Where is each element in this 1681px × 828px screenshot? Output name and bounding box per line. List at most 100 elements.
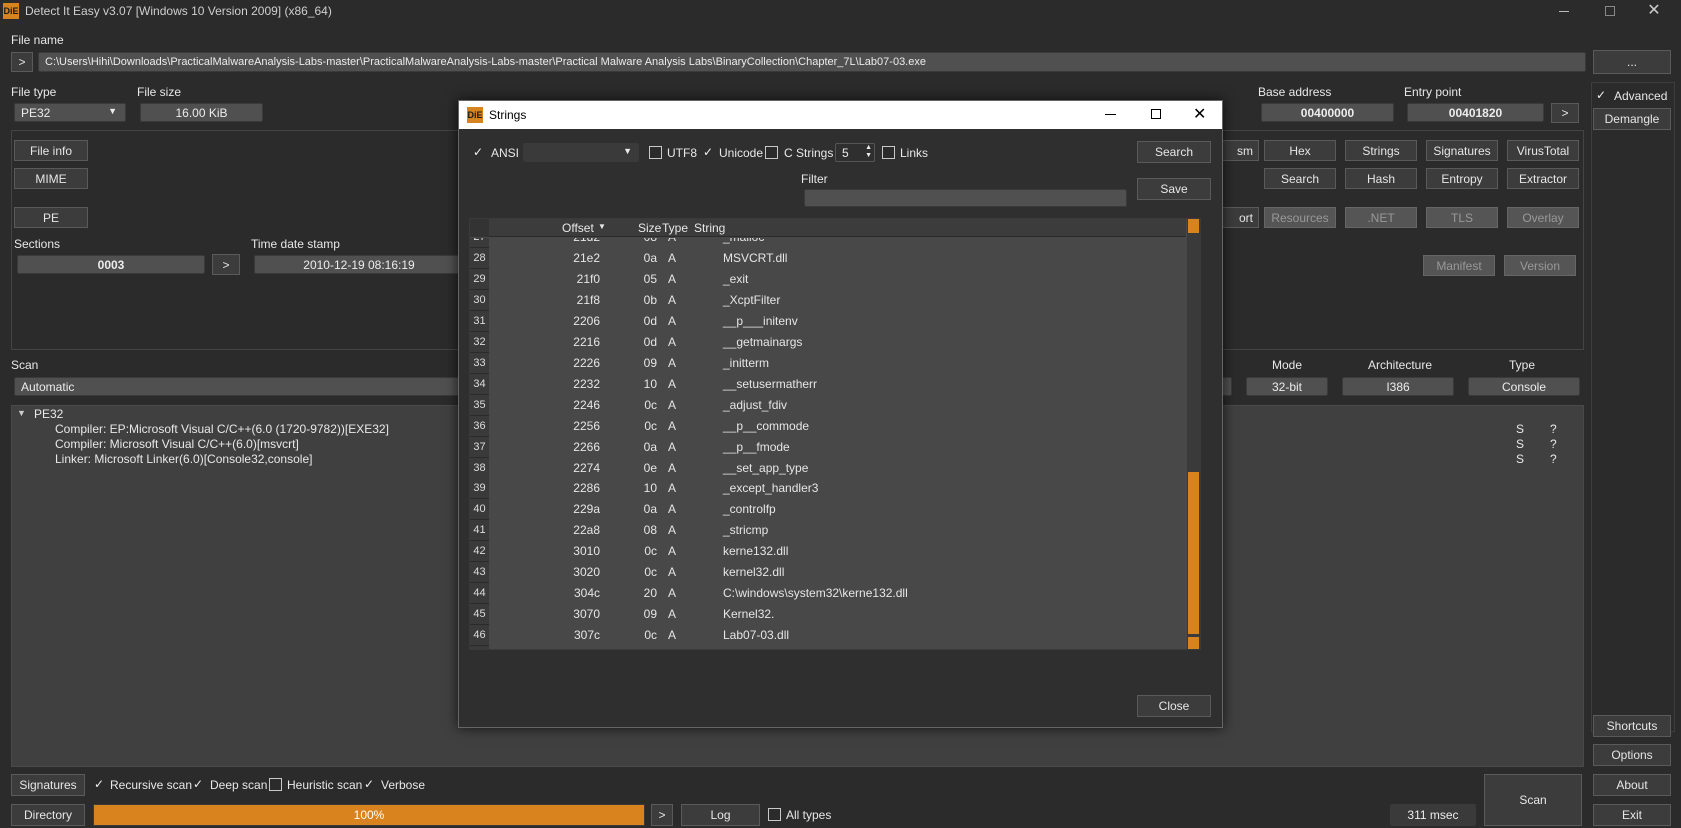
directory-button[interactable]: Directory xyxy=(11,804,85,826)
tree-item-q[interactable]: ? xyxy=(1550,452,1557,466)
column-type[interactable]: Type xyxy=(662,221,688,235)
file-info-button[interactable]: File info xyxy=(14,140,88,161)
file-open-arrow-button[interactable]: > xyxy=(11,52,33,72)
table-row[interactable]: 44 304c 20 A C:\windows\system32\kerne132.dl… xyxy=(470,583,1180,605)
signatures-tool-button[interactable]: Signatures xyxy=(1426,140,1498,161)
heuristic-scan-checkbox[interactable] xyxy=(269,778,282,791)
mime-button[interactable]: MIME xyxy=(14,168,88,189)
encoding-select[interactable]: ▼ xyxy=(523,143,639,162)
table-scrollbar[interactable] xyxy=(1187,219,1200,649)
manifest-button[interactable]: Manifest xyxy=(1423,255,1495,276)
browse-button[interactable]: ... xyxy=(1593,50,1671,74)
scan-button[interactable]: Scan xyxy=(1484,774,1582,826)
progress-go-button[interactable]: > xyxy=(651,804,673,826)
table-row[interactable]: 37 2266 0a A __p__fmode xyxy=(470,436,1180,458)
filter-input[interactable] xyxy=(804,189,1127,207)
tree-item[interactable]: Linker: Microsoft Linker(6.0)[Console32,… xyxy=(55,452,312,466)
recursive-scan-checkbox[interactable]: ✓ xyxy=(94,777,104,791)
table-row[interactable]: 46 307c 0c A Lab07-03.dll xyxy=(470,625,1180,647)
min-length-spinbox[interactable]: 5 ▲ ▼ xyxy=(835,143,875,162)
dotnet-button[interactable]: .NET xyxy=(1345,207,1417,228)
recursive-scan-label: Recursive scan xyxy=(110,778,193,792)
table-row[interactable]: 34 2232 10 A __setusermatherr xyxy=(470,373,1180,395)
tree-item[interactable]: Compiler: EP:Microsoft Visual C/C++(6.0 … xyxy=(55,422,389,436)
dialog-maximize-icon[interactable] xyxy=(1151,109,1161,119)
cstrings-checkbox[interactable] xyxy=(765,146,778,159)
table-row[interactable]: 40 229a 0a A _controlfp xyxy=(470,499,1180,521)
close-window-icon[interactable]: ✕ xyxy=(1644,0,1664,20)
dialog-save-button[interactable]: Save xyxy=(1137,178,1211,200)
table-row[interactable]: 45 3070 09 A Kernel32. xyxy=(470,604,1180,626)
table-row[interactable]: 30 21f8 0b A _XcptFilter xyxy=(470,289,1180,311)
ansi-checkbox[interactable]: ✓ xyxy=(473,145,483,159)
tree-item-s[interactable]: S xyxy=(1516,452,1524,466)
row-string: __p__commode xyxy=(723,418,810,433)
deep-scan-checkbox[interactable]: ✓ xyxy=(193,777,203,791)
entry-point-go-button[interactable]: > xyxy=(1551,103,1579,123)
tree-item-s[interactable]: S xyxy=(1516,422,1524,436)
tree-item-q[interactable]: ? xyxy=(1550,422,1557,436)
version-button[interactable]: Version xyxy=(1504,255,1576,276)
dialog-close-icon[interactable]: ✕ xyxy=(1193,104,1206,124)
resources-button[interactable]: Resources xyxy=(1264,207,1336,228)
table-row[interactable]: 28 21e2 0a A MSVCRT.dll xyxy=(470,248,1180,269)
file-type-select[interactable]: PE32 ▼ xyxy=(14,103,126,122)
strings-table[interactable]: Offset ▼ Size Type String 27 21d2 08 A _… xyxy=(469,218,1201,650)
entropy-button[interactable]: Entropy xyxy=(1426,168,1498,189)
exit-button[interactable]: Exit xyxy=(1593,804,1671,826)
pe-button[interactable]: PE xyxy=(14,207,88,228)
hash-button[interactable]: Hash xyxy=(1345,168,1417,189)
tree-item-q[interactable]: ? xyxy=(1550,437,1557,451)
about-button[interactable]: About xyxy=(1593,774,1671,796)
table-row[interactable]: 33 2226 09 A _initterm xyxy=(470,352,1180,374)
unicode-checkbox[interactable]: ✓ xyxy=(703,145,713,159)
dialog-minimize-icon[interactable] xyxy=(1105,114,1116,115)
table-row[interactable]: 27 21d2 08 A _malloc xyxy=(470,238,1180,248)
table-row[interactable]: 39 2286 10 A _except_handler3 xyxy=(470,478,1180,500)
scroll-thumb[interactable] xyxy=(1188,472,1199,634)
signatures-button[interactable]: Signatures xyxy=(11,774,85,796)
strings-button[interactable]: Strings xyxy=(1345,140,1417,161)
shortcuts-button[interactable]: Shortcuts xyxy=(1593,715,1671,737)
links-checkbox[interactable] xyxy=(882,146,895,159)
tree-item[interactable]: Compiler: Microsoft Visual C/C++(6.0)[ms… xyxy=(55,437,299,451)
utf8-checkbox[interactable] xyxy=(649,146,662,159)
tree-item-s[interactable]: S xyxy=(1516,437,1524,451)
table-row[interactable]: 32 2216 0d A __getmainargs xyxy=(470,331,1180,353)
verbose-checkbox[interactable]: ✓ xyxy=(364,777,374,791)
advanced-checkbox[interactable]: ✓ xyxy=(1596,88,1606,102)
table-row[interactable]: 31 2206 0d A __p___initenv xyxy=(470,310,1180,332)
scroll-down-icon[interactable] xyxy=(1188,637,1199,649)
table-row[interactable]: 29 21f0 05 A _exit xyxy=(470,268,1180,290)
demangle-button[interactable]: Demangle xyxy=(1593,108,1671,130)
column-offset[interactable]: Offset xyxy=(562,221,594,235)
scroll-up-icon[interactable] xyxy=(1188,219,1199,233)
virustotal-button[interactable]: VirusTotal xyxy=(1507,140,1579,161)
all-types-checkbox[interactable] xyxy=(768,808,781,821)
tree-expand-icon[interactable]: ▼ xyxy=(17,408,26,418)
scan-mode-select[interactable]: Automatic xyxy=(14,377,464,396)
table-row[interactable]: 47308c20 A C:\Windows\System32\Kernel32.dl… xyxy=(470,646,1180,649)
table-row[interactable]: 42 3010 0c Akerne132.dll xyxy=(470,541,1180,563)
dialog-close-button[interactable]: Close xyxy=(1137,695,1211,717)
table-row[interactable]: 36 2256 0c A __p__commode xyxy=(470,415,1180,437)
table-row[interactable]: 35 2246 0c A _adjust_fdiv xyxy=(470,394,1180,416)
overlay-button[interactable]: Overlay xyxy=(1507,207,1579,228)
minimize-icon[interactable] xyxy=(1555,2,1575,20)
tls-button[interactable]: TLS xyxy=(1426,207,1498,228)
sections-go-button[interactable]: > xyxy=(212,254,240,275)
options-button[interactable]: Options xyxy=(1593,744,1671,766)
column-string[interactable]: String xyxy=(694,221,725,235)
table-row[interactable]: 43 3020 0c Akernel32.dll xyxy=(470,562,1180,584)
table-row[interactable]: 41 22a8 08 A _stricmp xyxy=(470,520,1180,542)
extractor-button[interactable]: Extractor xyxy=(1507,168,1579,189)
hex-button[interactable]: Hex xyxy=(1264,140,1336,161)
search-tool-button[interactable]: Search xyxy=(1264,168,1336,189)
dialog-search-button[interactable]: Search xyxy=(1137,141,1211,163)
file-path-field[interactable]: C:\Users\Hihi\Downloads\PracticalMalware… xyxy=(38,52,1586,72)
sections-value: 0003 xyxy=(17,255,205,274)
table-row[interactable]: 38 2274 0e A __set_app_type xyxy=(470,457,1180,479)
column-size[interactable]: Size xyxy=(638,221,661,235)
restore-icon[interactable] xyxy=(1600,2,1620,20)
log-button[interactable]: Log xyxy=(681,804,760,826)
